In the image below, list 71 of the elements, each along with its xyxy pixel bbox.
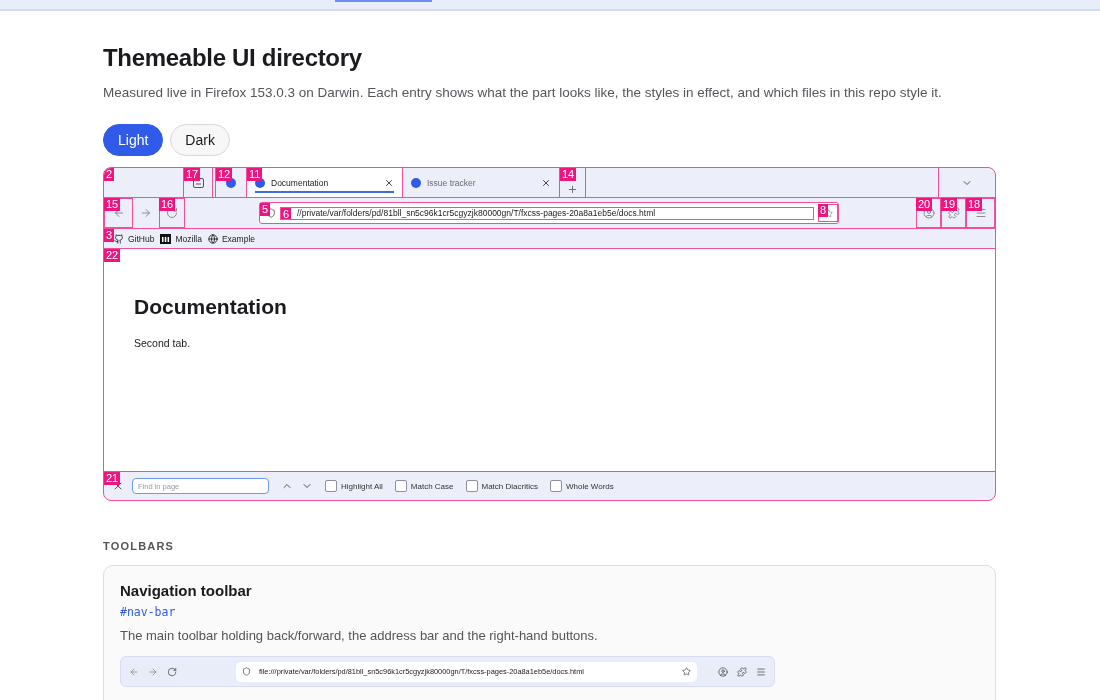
checkbox[interactable] [465, 480, 478, 492]
logo-icon [160, 233, 172, 244]
number-badge: 18 [966, 198, 983, 211]
tab-icon [411, 177, 421, 188]
url-field[interactable]: 6 //private/var/folders/pd/81bll_sn5c96k1cr5cgyzjk80000gn/T/fxcss-pages-20a8a1eb5e/docs.html [280, 206, 814, 220]
account-icon [922, 207, 935, 219]
number-badge: 17 [184, 168, 201, 181]
tab[interactable]: 11 Documentation [247, 168, 403, 197]
reload-button[interactable]: 16 [159, 198, 185, 228]
number-badge: 5 [260, 203, 271, 216]
page-subtitle: Measured live in Firefox 153.0.3 on Darwin. Each entry shows what the part looks like, the styles in effect, and which files in this repo style it. [103, 85, 943, 100]
content-text: Second tab. [134, 337, 192, 349]
shield-icon [242, 667, 251, 676]
account-icon [718, 666, 728, 677]
card-description: The main toolbar holding back/forward, the address bar and the right-hand buttons. [120, 628, 599, 643]
plus-icon[interactable] [567, 183, 578, 195]
theme-button[interactable]: Dark [170, 124, 230, 156]
number-badge: 20 [916, 198, 933, 211]
number-badge: 6 [281, 207, 292, 219]
number-badge: 19 [941, 198, 958, 211]
extensions-button[interactable]: 19 [941, 198, 966, 228]
checkbox-label: Highlight All [341, 481, 383, 491]
account-button[interactable]: 20 [916, 198, 941, 228]
address-bar[interactable]: 5 6 //private/var/folders/pd/81bll_sn5c96k1cr5cgyzjk80000gn/T/fxcss-pages-20a8a1eb5e/docs.html 8 [259, 202, 839, 224]
bookmark-item[interactable]: Mozilla [175, 233, 202, 244]
number-badge: 21 [104, 472, 121, 485]
number-badge: 12 [216, 168, 233, 181]
close-icon[interactable] [384, 177, 394, 188]
card-title: Navigation toolbar [120, 582, 253, 599]
tab-icon [255, 177, 265, 188]
bookmark-item[interactable]: GitHub [128, 233, 155, 244]
back-icon [129, 666, 139, 677]
bookmark-item[interactable]: Example [221, 233, 255, 244]
menu-icon [756, 666, 766, 677]
forward-icon [140, 207, 152, 219]
star-icon [682, 667, 691, 676]
reload-icon [166, 207, 178, 219]
github-icon [114, 233, 124, 244]
close-icon[interactable] [541, 177, 551, 188]
number-badge: 8 [818, 204, 829, 217]
puzzle-icon [737, 666, 747, 677]
number-badge: 16 [159, 198, 176, 211]
pinned-tab[interactable] [226, 177, 236, 188]
checkbox-label: Whole Words [565, 481, 614, 491]
checkbox[interactable] [394, 480, 407, 492]
checkbox-label: Match Case [410, 481, 454, 491]
forward-icon [148, 666, 158, 677]
menu-button[interactable]: 18 [966, 198, 995, 228]
number-badge: 22 [104, 249, 121, 262]
section-label: TOOLBARS [103, 540, 176, 552]
checkbox[interactable] [325, 480, 337, 492]
selector-text: #nav-bar [120, 605, 177, 619]
shield-icon [266, 208, 276, 218]
menu-icon [974, 207, 987, 219]
number-badge: 15 [104, 198, 121, 211]
checkbox[interactable] [549, 480, 562, 492]
back-button[interactable]: 15 [104, 198, 133, 228]
globe-icon [207, 233, 218, 244]
theme-button[interactable]: Light [103, 124, 164, 156]
reload-icon [167, 666, 177, 677]
number-badge: 11 [247, 168, 263, 181]
puzzle-icon [947, 207, 960, 219]
number-badge: 3 [104, 229, 115, 242]
content-heading: Documentation [134, 295, 288, 319]
page-title: Themeable UI directory [103, 44, 363, 72]
number-badge: 2 [104, 168, 115, 181]
number-badge: 14 [560, 168, 577, 181]
checkbox-label: Match Diacritics [481, 481, 538, 491]
star-button[interactable]: 8 [818, 204, 838, 222]
window-icon[interactable] [192, 177, 204, 188]
close-icon[interactable] [112, 480, 124, 492]
